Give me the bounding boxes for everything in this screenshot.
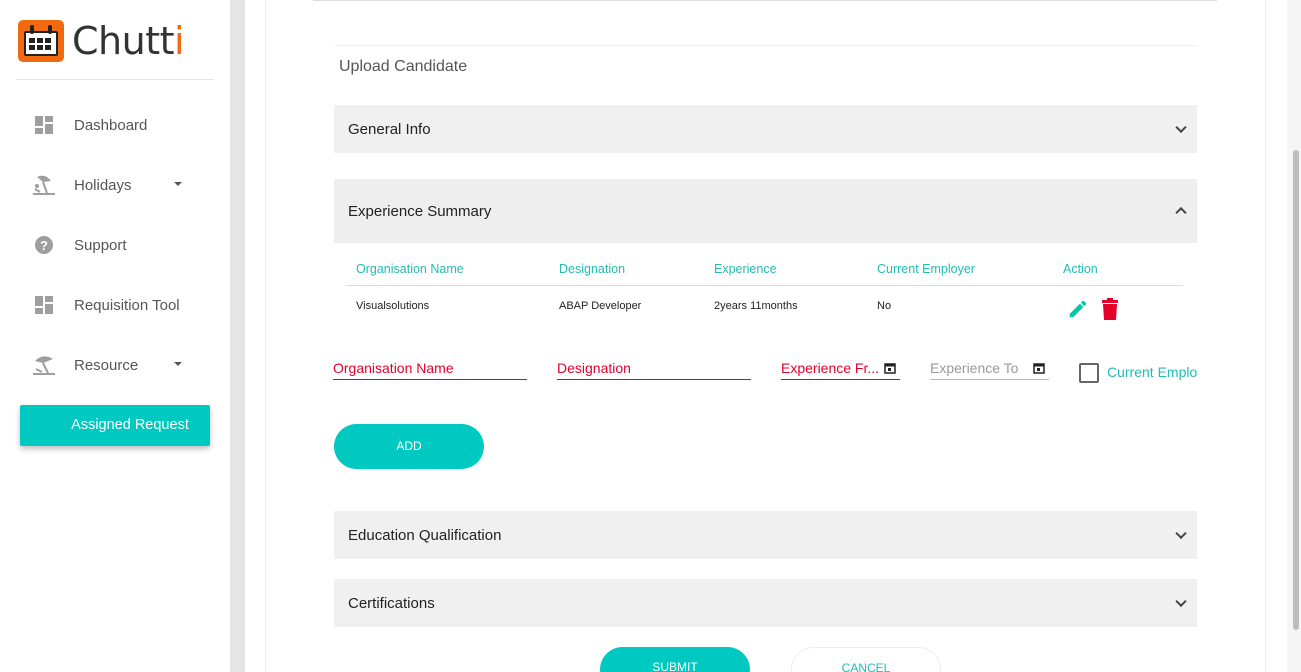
assigned-request-button[interactable]: Assigned Request [20,405,210,446]
help-icon: ? [30,233,58,257]
panel-title: Certifications [348,594,435,612]
sidebar-item-label: Dashboard [74,116,148,134]
designation-input[interactable]: Designation [557,356,751,380]
sidebar-item-label: Requisition Tool [74,296,180,314]
form-card [265,0,1266,672]
sidebar-item-label: Holidays [74,176,132,194]
column-header: Action [1063,262,1098,276]
app-logo[interactable]: Chutti [18,19,185,63]
divider [334,45,1197,46]
sidebar-item-holidays[interactable]: Holidays [30,170,200,200]
submit-button[interactable]: SUBMIT [600,647,750,672]
calendar-icon[interactable] [884,362,896,374]
experience-summary-panel-header[interactable]: Experience Summary [334,179,1197,243]
panel-title: Education Qualification [348,526,502,544]
caret-down-icon [174,182,182,186]
experience-table: Organisation Name Designation Experience… [346,254,1183,328]
panel-title: General Info [348,120,431,138]
calendar-icon[interactable] [1033,362,1045,374]
column-header: Designation [559,262,626,276]
column-header: Organisation Name [356,262,464,276]
calendar-logo-icon [18,20,64,62]
organisation-name-input[interactable]: Organisation Name [333,356,527,380]
experience-from-input[interactable]: Experience Fr... [781,356,900,380]
column-header: Current Employer [877,262,975,276]
education-qualification-panel-header[interactable]: Education Qualification [334,511,1197,559]
general-info-panel-header[interactable]: General Info [334,105,1197,153]
dashboard-icon [30,113,58,137]
add-experience-button[interactable]: ADD [334,424,484,469]
sidebar-item-requisition-tool[interactable]: Requisition Tool [30,290,200,320]
panel-title: Experience Summary [348,202,492,220]
current-employer-checkbox[interactable] [1079,363,1099,383]
edit-pencil-icon[interactable] [1067,298,1089,320]
certifications-panel-header[interactable]: Certifications [334,579,1197,627]
beach-icon [30,173,58,197]
svg-text:?: ? [40,238,48,253]
sidebar-item-dashboard[interactable]: Dashboard [30,110,200,140]
sidebar: Chutti Dashboard Holidays ? Support Requ… [0,0,230,672]
page-title: Upload Candidate [339,58,468,75]
sidebar-item-support[interactable]: ? Support [30,230,200,260]
cell-organisation: Visualsolutions [356,300,430,312]
table-row: Visualsolutions ABAP Developer 2years 11… [346,286,1183,328]
caret-down-icon [174,362,182,366]
sidebar-item-resource[interactable]: Resource [30,350,200,380]
cell-experience: 2years 11months [714,300,798,312]
cancel-button[interactable]: CANCEL [791,647,941,672]
sidebar-item-label: Support [74,236,127,254]
table-header-row: Organisation Name Designation Experience… [346,254,1183,286]
delete-trash-icon[interactable] [1101,298,1119,320]
divider [313,0,1217,1]
cell-designation: ABAP Developer [559,300,642,312]
chevron-up-icon [1175,206,1187,219]
sidebar-item-label: Resource [74,356,139,374]
chevron-down-icon [1175,595,1187,608]
cell-current-employer: No [877,300,892,312]
chevron-down-icon [1175,121,1187,134]
current-employer-label: Current Employer [1107,364,1197,380]
column-header: Experience [714,262,777,276]
chevron-down-icon [1175,527,1187,540]
beach-icon [30,353,58,377]
dashboard-icon [30,293,58,317]
scrollbar-thumb[interactable] [1293,150,1299,630]
experience-to-input[interactable]: Experience To [930,356,1049,380]
brand-name: Chutti [72,19,185,63]
sidebar-divider [16,79,214,80]
